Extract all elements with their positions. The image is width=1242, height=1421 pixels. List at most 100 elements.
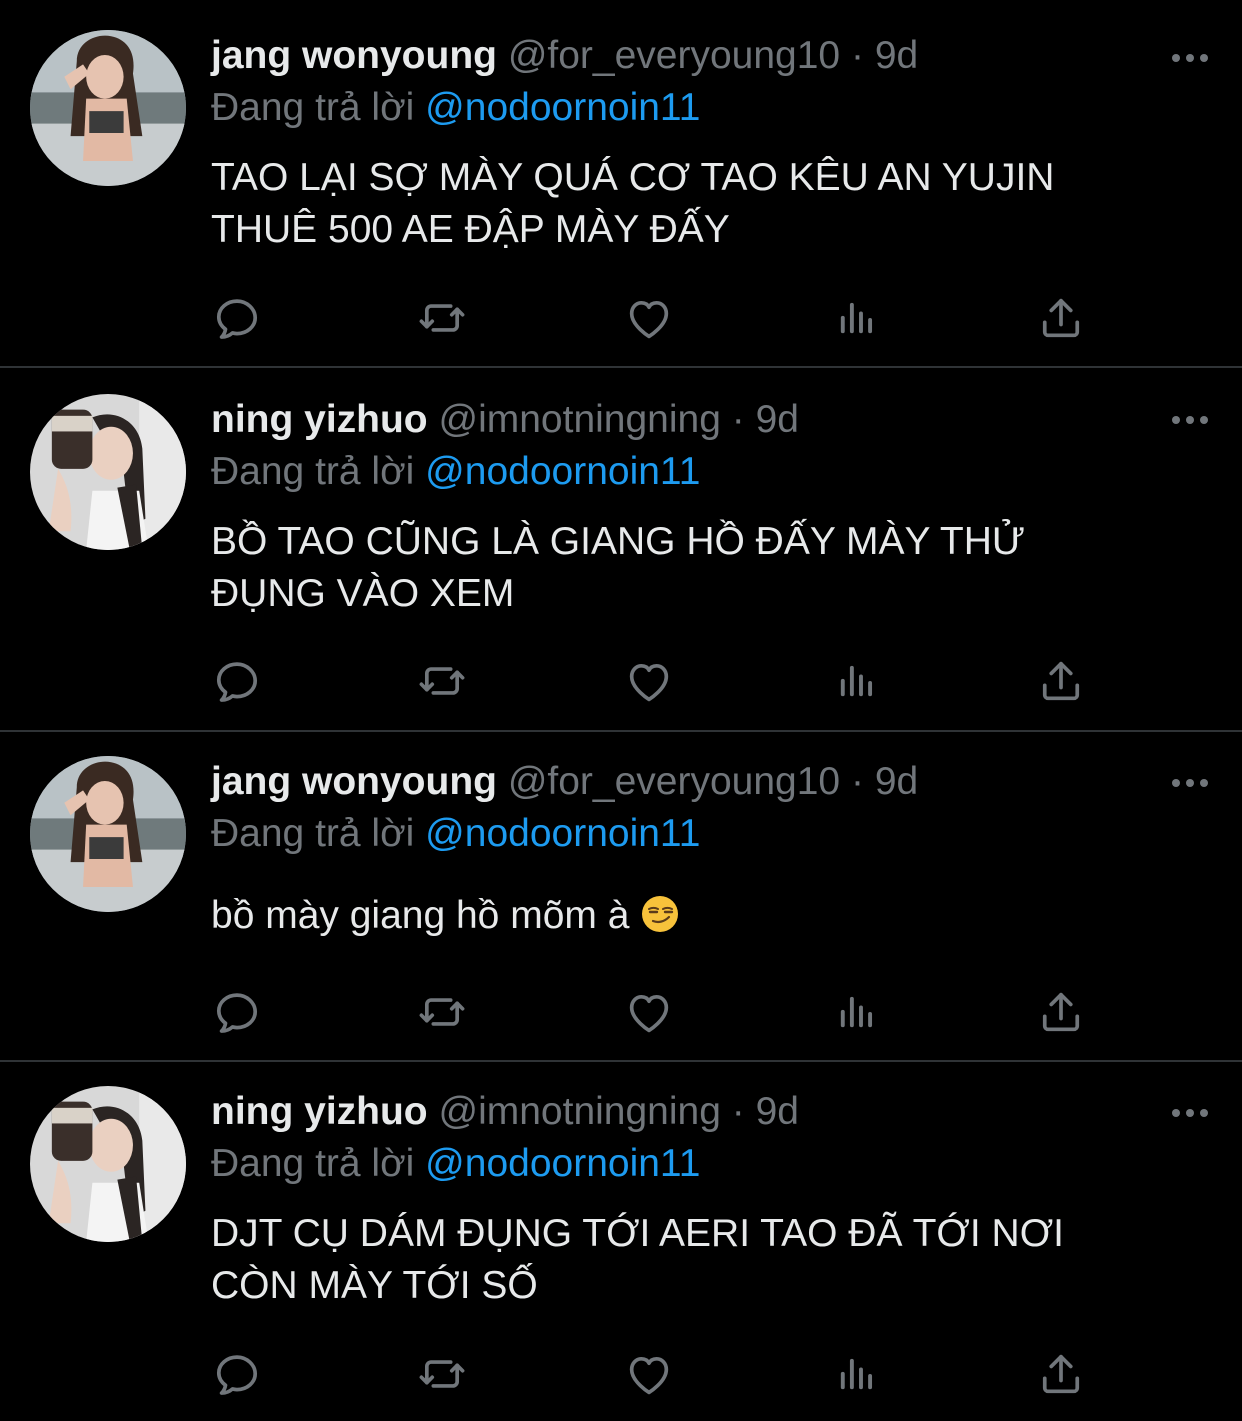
tweet-text-line: THUÊ 500 AE ĐẬP MÀY ĐẤY — [211, 208, 730, 251]
avatar[interactable] — [30, 394, 186, 550]
reply-prefix: Đang trả lời — [211, 812, 415, 855]
reply-button[interactable] — [211, 655, 263, 707]
share-icon — [1035, 1348, 1087, 1400]
mention-link[interactable]: @nodoornoin11 — [425, 1142, 700, 1185]
retweet-button[interactable] — [416, 986, 468, 1038]
heart-icon — [623, 655, 675, 707]
retweet-button[interactable] — [416, 292, 468, 344]
retweet-button[interactable] — [416, 655, 468, 707]
reply-icon — [211, 292, 263, 344]
tweet-text: TAO LẠI SỢ MÀY QUÁ CƠ TAO KÊU AN YUJIN T… — [211, 152, 1171, 256]
username[interactable]: @for_everyoung10 — [508, 34, 840, 77]
share-button[interactable] — [1035, 655, 1087, 707]
display-name[interactable]: jang wonyoung — [211, 760, 497, 803]
share-icon — [1035, 292, 1087, 344]
username[interactable]: @for_everyoung10 — [508, 760, 840, 803]
reply-button[interactable] — [211, 1348, 263, 1400]
mention-link[interactable]: @nodoornoin11 — [425, 86, 700, 129]
tweet-text-line: DJT CỤ DÁM ĐỤNG TỚI AERI TAO ĐÃ TỚI NƠI — [211, 1212, 1064, 1255]
avatar[interactable] — [30, 30, 186, 186]
timestamp[interactable]: 9d — [756, 398, 799, 441]
retweet-icon — [416, 292, 468, 344]
separator: · — [731, 1090, 745, 1133]
tweet-actions — [211, 292, 1091, 342]
tweet-text-line: TAO LẠI SỢ MÀY QUÁ CƠ TAO KÊU AN YUJIN — [211, 156, 1055, 199]
display-name[interactable]: jang wonyoung — [211, 34, 497, 77]
analytics-button[interactable] — [830, 655, 882, 707]
like-button[interactable] — [623, 986, 675, 1038]
reply-icon — [211, 655, 263, 707]
tweet-text: DJT CỤ DÁM ĐỤNG TỚI AERI TAO ĐÃ TỚI NƠI … — [211, 1208, 1171, 1312]
analytics-icon — [830, 986, 882, 1038]
smirking-face-emoji — [640, 894, 680, 934]
analytics-button[interactable] — [830, 292, 882, 344]
analytics-icon — [830, 1348, 882, 1400]
analytics-icon — [830, 292, 882, 344]
retweet-button[interactable] — [416, 1348, 468, 1400]
tweet-header: ning yizhuo @imnotningning · 9d — [211, 1088, 799, 1136]
tweet[interactable]: ning yizhuo @imnotningning · 9d Đang trả… — [0, 368, 1242, 732]
reply-context: Đang trả lời @nodoornoin11 — [211, 1140, 700, 1188]
tweet[interactable]: jang wonyoung @for_everyoung10 · 9d Đang… — [0, 732, 1242, 1062]
username[interactable]: @imnotningning — [438, 398, 720, 441]
avatar[interactable] — [30, 756, 186, 912]
heart-icon — [623, 292, 675, 344]
reply-context: Đang trả lời @nodoornoin11 — [211, 84, 700, 132]
separator: · — [731, 398, 745, 441]
like-button[interactable] — [623, 292, 675, 344]
separator: · — [850, 34, 864, 77]
display-name[interactable]: ning yizhuo — [211, 1090, 428, 1133]
tweet-header: jang wonyoung @for_everyoung10 · 9d — [211, 32, 918, 80]
reply-button[interactable] — [211, 986, 263, 1038]
reply-context: Đang trả lời @nodoornoin11 — [211, 810, 700, 858]
retweet-icon — [416, 1348, 468, 1400]
analytics-button[interactable] — [830, 1348, 882, 1400]
share-icon — [1035, 986, 1087, 1038]
share-button[interactable] — [1035, 986, 1087, 1038]
username[interactable]: @imnotningning — [438, 1090, 720, 1133]
tweet[interactable]: ning yizhuo @imnotningning · 9d Đang trả… — [0, 1062, 1242, 1421]
tweet-text-line: ĐỤNG VÀO XEM — [211, 572, 515, 615]
heart-icon — [623, 1348, 675, 1400]
display-name[interactable]: ning yizhuo — [211, 398, 428, 441]
tweet-text-line: BỒ TAO CŨNG LÀ GIANG HỒ ĐẤY MÀY THỬ — [211, 520, 1026, 563]
timestamp[interactable]: 9d — [875, 34, 918, 77]
analytics-button[interactable] — [830, 986, 882, 1038]
analytics-icon — [830, 655, 882, 707]
more-options-icon[interactable] — [1170, 51, 1210, 65]
tweet-text-line: bồ mày giang hồ mõm à — [211, 894, 630, 937]
more-options-icon[interactable] — [1170, 1106, 1210, 1120]
reply-icon — [211, 1348, 263, 1400]
reply-prefix: Đang trả lời — [211, 1142, 415, 1185]
reply-prefix: Đang trả lời — [211, 450, 415, 493]
share-icon — [1035, 655, 1087, 707]
tweet-header: jang wonyoung @for_everyoung10 · 9d — [211, 758, 918, 806]
reply-prefix: Đang trả lời — [211, 86, 415, 129]
tweet-text: bồ mày giang hồ mõm à — [211, 890, 1171, 942]
avatar[interactable] — [30, 1086, 186, 1242]
retweet-icon — [416, 986, 468, 1038]
more-options-icon[interactable] — [1170, 413, 1210, 427]
like-button[interactable] — [623, 1348, 675, 1400]
share-button[interactable] — [1035, 1348, 1087, 1400]
heart-icon — [623, 986, 675, 1038]
reply-context: Đang trả lời @nodoornoin11 — [211, 448, 700, 496]
reply-icon — [211, 986, 263, 1038]
timestamp[interactable]: 9d — [756, 1090, 799, 1133]
mention-link[interactable]: @nodoornoin11 — [425, 812, 700, 855]
tweet-text: BỒ TAO CŨNG LÀ GIANG HỒ ĐẤY MÀY THỬ ĐỤNG… — [211, 516, 1171, 620]
share-button[interactable] — [1035, 292, 1087, 344]
tweet[interactable]: jang wonyoung @for_everyoung10 · 9d Đang… — [0, 0, 1242, 368]
separator: · — [850, 760, 864, 803]
retweet-icon — [416, 655, 468, 707]
tweet-header: ning yizhuo @imnotningning · 9d — [211, 396, 799, 444]
timestamp[interactable]: 9d — [875, 760, 918, 803]
tweet-actions — [211, 655, 1091, 705]
like-button[interactable] — [623, 655, 675, 707]
tweet-actions — [211, 1348, 1091, 1398]
reply-button[interactable] — [211, 292, 263, 344]
more-options-icon[interactable] — [1170, 776, 1210, 790]
mention-link[interactable]: @nodoornoin11 — [425, 450, 700, 493]
tweet-text-line: CÒN MÀY TỚI SỐ — [211, 1264, 538, 1307]
tweet-actions — [211, 986, 1091, 1036]
